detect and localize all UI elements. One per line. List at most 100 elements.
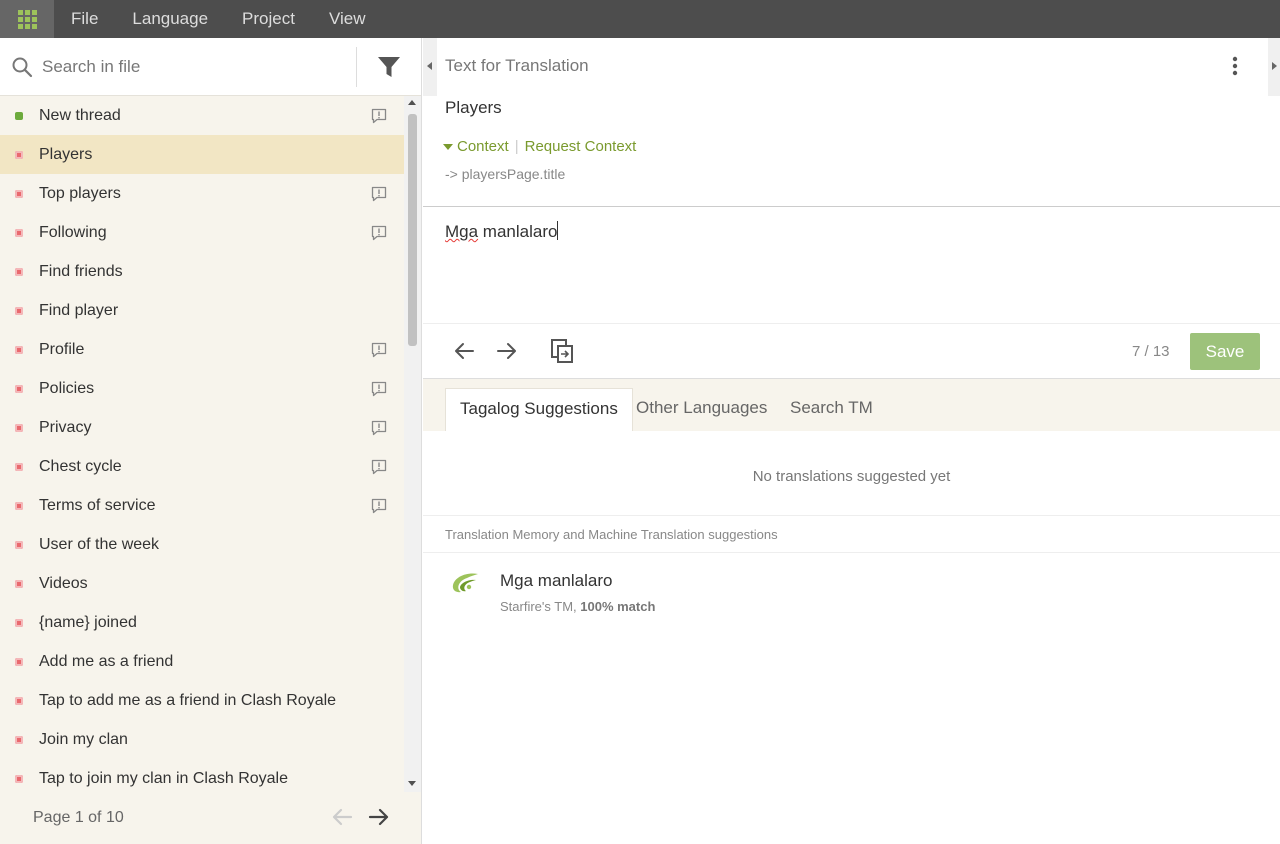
- list-item[interactable]: New thread: [0, 96, 404, 135]
- list-item[interactable]: User of the week: [0, 525, 404, 564]
- grid-icon: [17, 9, 37, 29]
- collapse-sidebar-button[interactable]: [423, 38, 437, 96]
- top-menu-bar: File Language Project View: [0, 0, 1280, 38]
- list-item-label: Tap to add me as a friend in Clash Royal…: [39, 691, 337, 709]
- next-page-button[interactable]: [368, 806, 390, 833]
- filter-button[interactable]: [357, 38, 421, 96]
- list-item-label: Add me as a friend: [39, 652, 174, 670]
- list-item[interactable]: Add me as a friend: [0, 642, 404, 681]
- status-indicator: [15, 462, 23, 471]
- tab-tagalog-suggestions[interactable]: Tagalog Suggestions: [445, 388, 633, 431]
- source-text: Players: [445, 98, 502, 117]
- translation-input[interactable]: Mga manlalaro: [445, 221, 559, 242]
- list-item[interactable]: Following: [0, 213, 404, 252]
- list-item[interactable]: Tap to add me as a friend in Clash Royal…: [0, 681, 404, 720]
- comment-issue-icon[interactable]: [371, 420, 387, 441]
- list-item[interactable]: Profile: [0, 330, 404, 369]
- string-list: New thread Players Top players Following Fin…: [0, 96, 404, 792]
- tm-suggestion-meta: Starfire's TM, 100% match: [500, 599, 655, 614]
- menu-language[interactable]: Language: [115, 0, 225, 38]
- list-item-label: Privacy: [39, 418, 92, 436]
- status-indicator: [15, 423, 23, 432]
- comment-issue-icon[interactable]: [371, 186, 387, 207]
- empty-suggestions-message: No translations suggested yet: [752, 468, 951, 485]
- tm-suggestion-text[interactable]: Mga manlalaro: [500, 571, 612, 591]
- list-item[interactable]: Videos: [0, 564, 404, 603]
- divider: [423, 206, 1280, 207]
- scroll-up-arrow[interactable]: [408, 100, 416, 105]
- search-icon: [2, 38, 42, 96]
- list-item[interactable]: Policies: [0, 369, 404, 408]
- list-item-label: Following: [39, 223, 107, 241]
- tab-search-tm[interactable]: Search TM: [776, 388, 887, 431]
- status-indicator: [15, 657, 23, 666]
- list-item[interactable]: Top players: [0, 174, 404, 213]
- context-row: Context | Request Context: [443, 138, 636, 155]
- comment-issue-icon[interactable]: [371, 225, 387, 246]
- list-item[interactable]: Terms of service: [0, 486, 404, 525]
- previous-string-button[interactable]: [453, 340, 475, 367]
- scrollbar-thumb[interactable]: [408, 114, 417, 346]
- comment-issue-icon[interactable]: [371, 459, 387, 480]
- arrow-right-icon: [368, 808, 389, 826]
- status-indicator: [15, 501, 23, 510]
- scroll-down-arrow[interactable]: [408, 781, 416, 786]
- scrollbar[interactable]: [404, 96, 421, 792]
- tab-other-languages[interactable]: Other Languages: [622, 388, 781, 431]
- list-item[interactable]: Join my clan: [0, 720, 404, 759]
- tm-match: 100% match: [580, 599, 656, 614]
- context-toggle[interactable]: Context: [457, 138, 509, 155]
- editor-toolbar: 7 / 13 Save: [423, 323, 1280, 379]
- filter-icon: [378, 56, 400, 77]
- editor-panel: Text for Translation Players Context | R…: [423, 38, 1280, 844]
- tm-logo-icon: [450, 571, 480, 600]
- arrow-left-icon: [455, 343, 474, 359]
- status-indicator: [15, 579, 23, 588]
- list-item-label: Players: [39, 145, 93, 163]
- menu-view[interactable]: View: [312, 0, 383, 38]
- divider: [423, 515, 1280, 516]
- menu-project[interactable]: Project: [225, 0, 312, 38]
- list-item[interactable]: Chest cycle: [0, 447, 404, 486]
- arrow-right-icon: [497, 343, 516, 359]
- strings-sidebar: New thread Players Top players Following Fin…: [0, 38, 422, 844]
- search-input[interactable]: [42, 46, 352, 87]
- status-indicator: [15, 735, 23, 744]
- list-item-label: {name} joined: [39, 613, 137, 631]
- list-item[interactable]: Tap to join my clan in Clash Royale: [0, 759, 404, 792]
- list-item-label: Videos: [39, 574, 88, 592]
- expand-right-panel-button[interactable]: [1268, 38, 1280, 96]
- translation-text: manlalaro: [478, 222, 558, 241]
- comment-issue-icon[interactable]: [371, 342, 387, 363]
- list-item[interactable]: Find player: [0, 291, 404, 330]
- list-item[interactable]: Privacy: [0, 408, 404, 447]
- separator: |: [514, 138, 519, 155]
- list-item[interactable]: Players: [0, 135, 404, 174]
- list-item-label: Tap to join my clan in Clash Royale: [39, 769, 289, 787]
- previous-page-button[interactable]: [331, 806, 353, 833]
- list-item-label: User of the week: [39, 535, 160, 553]
- status-indicator: [15, 384, 23, 393]
- status-indicator: [15, 150, 23, 159]
- request-context-link[interactable]: Request Context: [525, 138, 637, 155]
- comment-issue-icon[interactable]: [371, 381, 387, 402]
- more-options-button[interactable]: [1231, 55, 1239, 82]
- copy-source-button[interactable]: [550, 338, 574, 369]
- menu-file[interactable]: File: [54, 0, 115, 38]
- list-item-label: Chest cycle: [39, 457, 122, 475]
- section-title: Text for Translation: [445, 56, 589, 75]
- comment-issue-icon[interactable]: [371, 498, 387, 519]
- misspelled-word: Mga: [445, 222, 479, 241]
- next-string-button[interactable]: [496, 340, 518, 367]
- save-button[interactable]: Save: [1190, 333, 1260, 370]
- page-label: Page 1 of 10: [33, 809, 124, 826]
- comment-issue-icon[interactable]: [371, 108, 387, 129]
- text-cursor: [557, 221, 559, 240]
- tm-source: Starfire's TM,: [500, 599, 581, 614]
- kebab-menu-icon: [1232, 56, 1238, 76]
- list-item-label: New thread: [39, 106, 121, 124]
- list-item[interactable]: {name} joined: [0, 603, 404, 642]
- app-menu-button[interactable]: [0, 0, 54, 38]
- suggestion-tabs: Tagalog Suggestions Other Languages Sear…: [423, 379, 1280, 431]
- list-item[interactable]: Find friends: [0, 252, 404, 291]
